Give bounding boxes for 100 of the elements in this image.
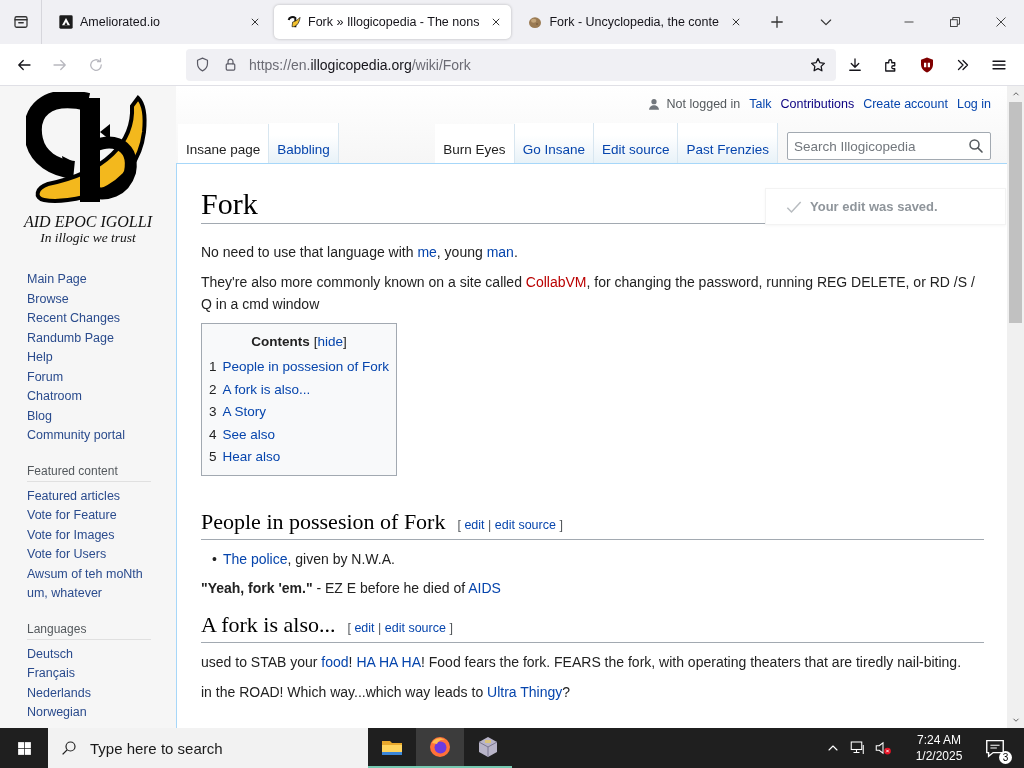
section-heading: People in possesion of Fork (201, 508, 446, 534)
paragraph: used to STAB your food! HA HA HA! Food fears the fork. FEARS the fork, with operating theaters that are tiredly nail-biting. (201, 652, 963, 672)
page-tab[interactable]: Edit source (593, 123, 679, 163)
article-link[interactable]: The police (222, 550, 288, 567)
sidebar-link[interactable]: Chatroom (27, 387, 82, 407)
bookmark-star-icon[interactable] (809, 55, 827, 74)
search-icon (60, 739, 78, 757)
muted-speaker-icon[interactable] (873, 739, 892, 757)
potato-favicon (527, 14, 544, 30)
paragraph: No need to use that language with me, young man. (201, 243, 519, 262)
article-link[interactable]: HA HA HA (356, 653, 421, 670)
firefox-icon (428, 735, 452, 759)
page-tab[interactable]: Babbling (269, 123, 339, 163)
url-text: https://en.illogicopedia.org/wiki/Fork (249, 56, 471, 73)
toc-link[interactable]: See also (222, 426, 276, 442)
network-icon[interactable] (848, 739, 867, 757)
sidebar-link[interactable]: Community portal (27, 426, 125, 446)
sidebar-link[interactable]: um, whatever (27, 584, 103, 604)
article-link[interactable]: Ultra Thingy (487, 683, 563, 700)
personal-link[interactable]: Log in (956, 96, 991, 111)
edit-link[interactable]: edit (354, 620, 375, 635)
paragraph: in the ROAD! Which way...which way leads to Ultra Thingy? (201, 682, 572, 702)
sidebar-link[interactable]: Vote for Users (27, 545, 107, 565)
sidebar-link[interactable]: Main Page (27, 270, 87, 290)
address-bar[interactable]: https://en.illogicopedia.org/wiki/Fork (186, 48, 836, 81)
edit-link[interactable]: edit source (494, 517, 556, 532)
taskbar-app[interactable] (416, 728, 464, 768)
cube-icon (476, 735, 500, 759)
section-heading: A fork is also... (201, 611, 336, 637)
scrollbar[interactable] (1007, 86, 1024, 728)
sidebar-link[interactable]: Recent Changes (27, 309, 121, 329)
clock[interactable]: 7:24 AM 1/2/2025 (903, 732, 975, 764)
toc-link[interactable]: People in possesion of Fork (222, 359, 390, 374)
toc-toggle: [hide] (313, 334, 347, 349)
sidebar-link[interactable]: Featured articles (27, 486, 121, 506)
article-link[interactable]: me (417, 244, 437, 260)
start-icon[interactable] (15, 739, 33, 757)
clock-date: 1/2/2025 (915, 748, 963, 764)
sidebar-link[interactable]: Browse (27, 289, 69, 309)
toc-number: 4 (209, 426, 217, 442)
page-tab[interactable]: Insane page (178, 124, 270, 164)
shield-extension-icon[interactable] (918, 55, 936, 74)
edit-link[interactable]: edit (464, 517, 485, 532)
toc-title: Contents (251, 334, 310, 349)
search-icon[interactable] (967, 137, 985, 155)
paragraph: They're also more commonly known on a site called CollabVM, for changing the password, running REG DELETE, or RD /S / Q in a cmd window (201, 273, 976, 314)
user-icon (646, 96, 661, 111)
sidebar-link[interactable]: Deutsch (27, 644, 73, 664)
bullet-mark: • (212, 549, 217, 569)
personal-link[interactable]: Create account (863, 96, 948, 111)
sidebar-link[interactable]: Awsum of teh moNth (27, 564, 143, 584)
edit-link[interactable]: edit source (384, 620, 446, 635)
missing-page-link[interactable]: CollabVM (525, 274, 587, 290)
tab-list-icon[interactable] (11, 13, 30, 31)
page-tab[interactable]: Burn Eyes (435, 124, 515, 164)
sidebar-link[interactable]: Nederlands (27, 683, 91, 703)
toc-number: 5 (209, 449, 217, 464)
notification-badge: 3 (999, 751, 1012, 764)
notification-icon[interactable] (984, 737, 1006, 759)
sidebar-link[interactable]: Forum (27, 367, 64, 387)
section-edit-links: [ edit | edit source ] (457, 517, 563, 532)
scroll-thumb[interactable] (1009, 102, 1022, 323)
portlet-heading: Languages (27, 618, 151, 640)
toc-number: 2 (209, 381, 217, 397)
article-link[interactable]: AIDS (468, 579, 501, 596)
personal-link[interactable]: Contributions (780, 96, 855, 111)
browser-tab[interactable]: Ameliorated.io (46, 5, 270, 39)
notification-text: Your edit was saved. (810, 199, 938, 214)
article-link[interactable]: food (321, 653, 349, 670)
logo-motto: In illogic we trust (40, 230, 136, 245)
paragraph: "Yeah, fork 'em." - EZ E before he died of AIDS (201, 578, 502, 598)
portlet-heading: Featured content (27, 460, 151, 482)
sidebar-link[interactable]: Vote for Images (27, 525, 115, 545)
page-tab[interactable]: Past Frenzies (678, 123, 778, 163)
triangle-favicon (58, 14, 74, 30)
browser-tab[interactable]: Fork » Illogicopedia - The nons (274, 5, 512, 39)
banana-favicon (286, 14, 302, 30)
logo-title: AID EPOC IGOLLI (24, 213, 152, 230)
sidebar-link[interactable]: Vote for Feature (27, 506, 117, 526)
list-item: The police, given by N.W.A. (222, 549, 395, 569)
section-edit-links: [ edit | edit source ] (347, 620, 453, 635)
shield-icon[interactable] (194, 56, 211, 73)
sidebar-link[interactable]: Norwegian (27, 703, 87, 723)
taskbar-search-field[interactable]: Type here to search (48, 728, 368, 768)
toc-number: 3 (209, 404, 217, 419)
login-status: Not logged in (666, 96, 741, 111)
sidebar-link[interactable]: Blog (27, 406, 53, 426)
sidebar-link[interactable]: Français (27, 664, 75, 684)
sidebar-link[interactable]: Randumb Page (27, 328, 114, 348)
clock-time: 7:24 AM (917, 732, 961, 748)
toc-number: 1 (209, 359, 217, 374)
search-field[interactable]: Search Illogicopedia (787, 132, 991, 160)
toc-link[interactable]: A fork is also... (222, 381, 311, 397)
sidebar-link[interactable]: Help (27, 348, 53, 368)
personal-link[interactable]: Talk (749, 96, 772, 111)
browser-tab[interactable]: Fork - Uncyclopedia, the conte (515, 5, 751, 39)
article-link[interactable]: man (486, 244, 514, 260)
page-tab[interactable]: Go Insane (514, 123, 594, 163)
toc-link[interactable]: Hear also (222, 449, 281, 464)
toc-link[interactable]: A Story (222, 404, 267, 419)
